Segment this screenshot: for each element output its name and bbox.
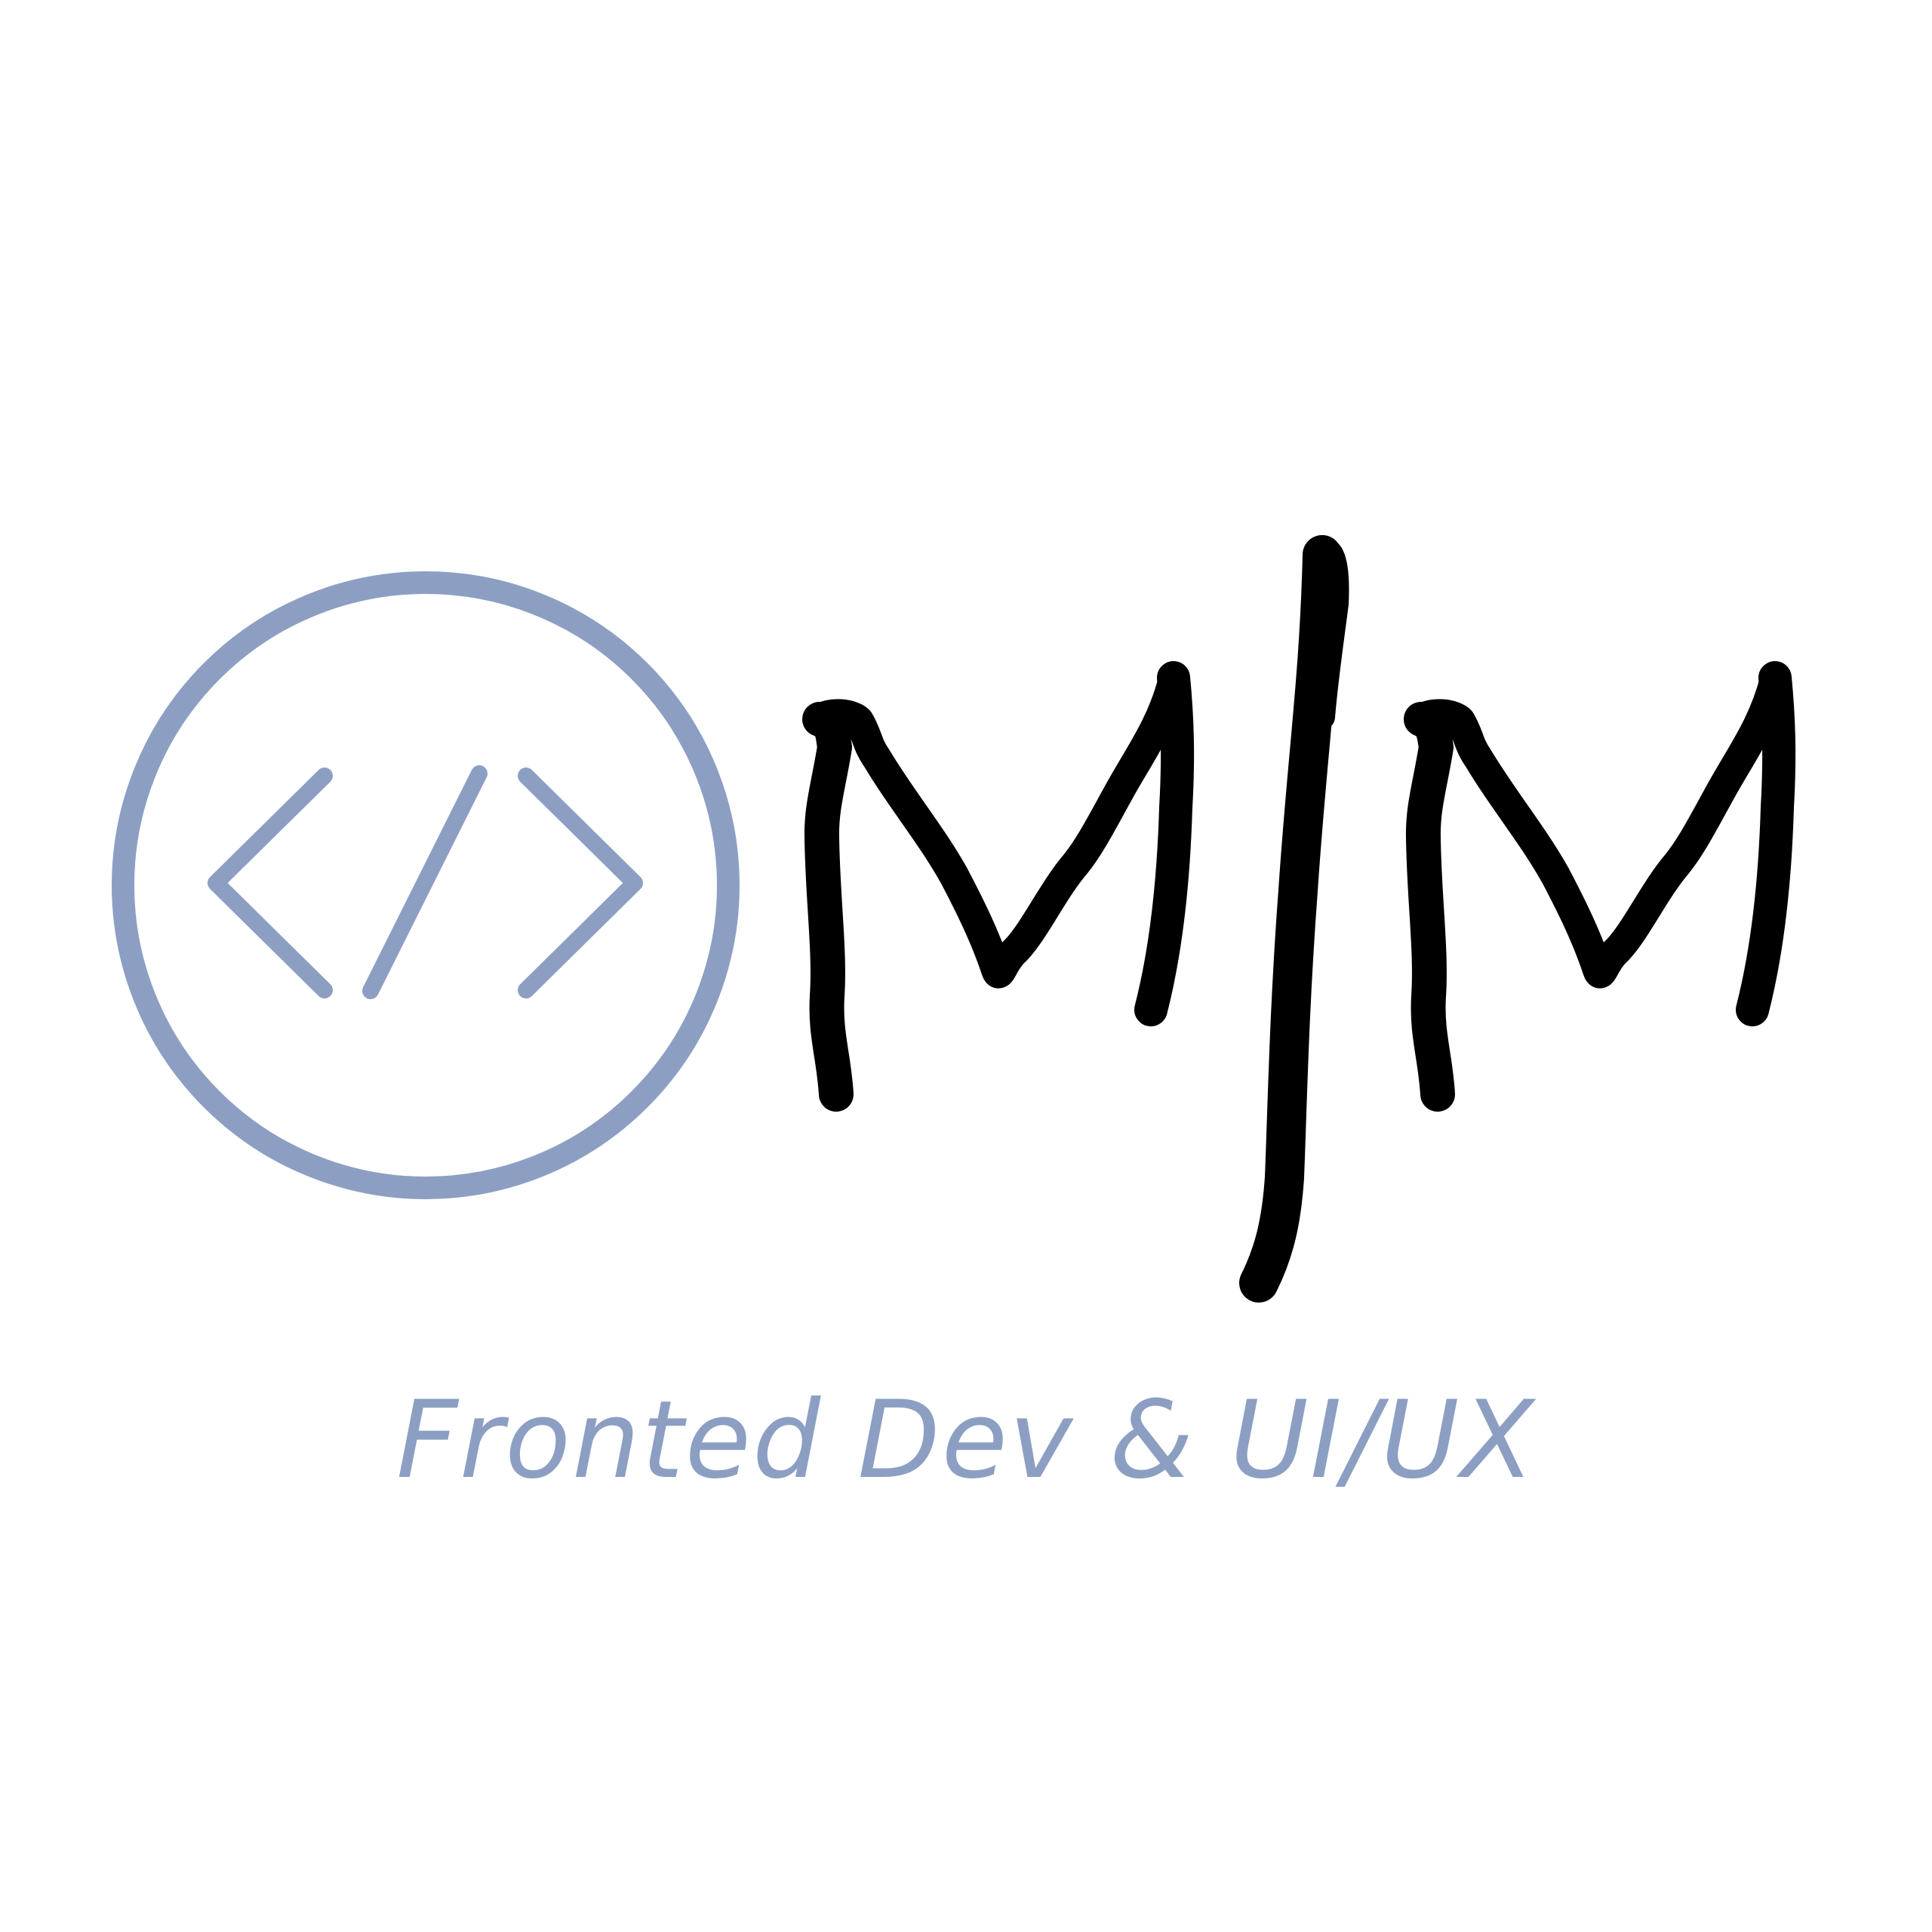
monogram-letter-right — [1404, 661, 1796, 1112]
monogram-letter-left — [802, 661, 1195, 1112]
left-angle-bracket — [208, 768, 333, 998]
monogram-divider — [1239, 535, 1349, 1303]
right-angle-bracket — [518, 768, 643, 998]
logo-artwork — [112, 535, 1796, 1303]
slash-stroke — [362, 765, 488, 999]
tagline: Fronted Dev & UI/UX — [396, 1378, 1536, 1503]
logo-canvas: Fronted Dev & UI/UX — [0, 0, 1932, 1932]
monogram-mark — [802, 535, 1796, 1303]
code-brackets-icon — [112, 571, 740, 1199]
